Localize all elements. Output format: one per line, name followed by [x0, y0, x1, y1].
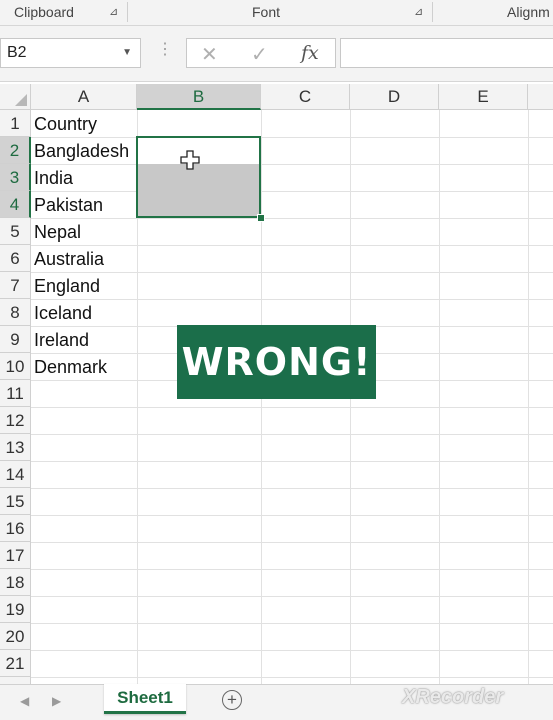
column-header-e[interactable]: E — [439, 84, 528, 110]
row-header-20[interactable]: 20 — [0, 623, 31, 650]
ribbon-group-clipboard: Clipboard — [14, 4, 74, 20]
cell-a10[interactable]: Denmark — [34, 354, 107, 381]
formula-bar: B2 ▼ ⋮ ✕ ✓ fx — [0, 26, 553, 82]
row-header-10[interactable]: 10 — [0, 353, 31, 380]
cell-a9[interactable]: Ireland — [34, 327, 89, 354]
recorder-watermark: XRecorder — [402, 686, 504, 708]
add-sheet-icon[interactable]: + — [222, 690, 242, 710]
gridline — [31, 515, 553, 516]
row-header-18[interactable]: 18 — [0, 569, 31, 596]
row-header-22-partial[interactable] — [0, 677, 31, 684]
row-header-16[interactable]: 16 — [0, 515, 31, 542]
cell-a7[interactable]: England — [34, 273, 100, 300]
gridline — [439, 110, 440, 684]
insert-function-icon[interactable]: fx — [301, 42, 319, 64]
gridline — [31, 272, 553, 273]
select-all-corner[interactable] — [0, 84, 31, 110]
gridline — [31, 542, 553, 543]
column-header-d[interactable]: D — [350, 84, 439, 110]
gridline — [31, 677, 553, 678]
ribbon-separator — [127, 2, 128, 22]
scroll-right-icon[interactable]: ▶ — [52, 694, 61, 708]
gridline — [31, 407, 553, 408]
row-header-11[interactable]: 11 — [0, 380, 31, 407]
scroll-left-icon[interactable]: ◀ — [20, 694, 29, 708]
row-header-6[interactable]: 6 — [0, 245, 31, 272]
gridline — [31, 299, 553, 300]
gridline — [31, 488, 553, 489]
row-header-13[interactable]: 13 — [0, 434, 31, 461]
row-header-12[interactable]: 12 — [0, 407, 31, 434]
ribbon-group-alignment: Alignm — [507, 4, 550, 20]
row-header-9[interactable]: 9 — [0, 326, 31, 353]
gridline — [528, 110, 529, 684]
column-header-b[interactable]: B — [137, 84, 261, 110]
cell-a5[interactable]: Nepal — [34, 219, 81, 246]
ribbon-separator — [432, 2, 433, 22]
cell-a4[interactable]: Pakistan — [34, 192, 103, 219]
select-all-triangle-icon — [15, 94, 27, 106]
enter-check-icon[interactable]: ✓ — [251, 42, 268, 67]
cell-selection-b2-b4[interactable] — [136, 136, 261, 218]
font-dialog-launcher-icon[interactable]: ⊿ — [414, 6, 423, 18]
gridline — [31, 650, 553, 651]
row-header-14[interactable]: 14 — [0, 461, 31, 488]
name-box-value: B2 — [7, 44, 27, 61]
row-header-2[interactable]: 2 — [0, 137, 31, 164]
cell-a2[interactable]: Bangladesh — [34, 138, 129, 165]
row-header-3[interactable]: 3 — [0, 164, 31, 191]
sheet-tab-sheet1[interactable]: Sheet1 — [104, 684, 186, 714]
cell-a6[interactable]: Australia — [34, 246, 104, 273]
row-header-19[interactable]: 19 — [0, 596, 31, 623]
column-header-f-partial[interactable] — [528, 84, 553, 110]
row-header-4[interactable]: 4 — [0, 191, 31, 218]
row-header-7[interactable]: 7 — [0, 272, 31, 299]
cell-a1[interactable]: Country — [34, 111, 97, 138]
more-options-icon[interactable]: ⋮ — [157, 42, 173, 58]
gridline — [31, 623, 553, 624]
gridline — [31, 245, 553, 246]
name-box[interactable]: B2 ▼ — [0, 38, 141, 68]
gridline — [31, 596, 553, 597]
gridline — [31, 218, 553, 219]
gridline — [31, 569, 553, 570]
ribbon-group-font: Font — [252, 4, 281, 20]
clipboard-dialog-launcher-icon[interactable]: ⊿ — [109, 6, 118, 18]
fill-handle[interactable] — [257, 214, 265, 222]
gridline — [31, 434, 553, 435]
row-header-8[interactable]: 8 — [0, 299, 31, 326]
formula-input[interactable] — [340, 38, 553, 68]
column-header-a[interactable]: A — [31, 84, 137, 110]
row-header-15[interactable]: 15 — [0, 488, 31, 515]
column-header-c[interactable]: C — [261, 84, 350, 110]
cell-cursor-icon — [180, 150, 200, 170]
ribbon-group-strip: Clipboard ⊿ Font ⊿ Alignm — [0, 0, 553, 26]
gridline — [31, 191, 553, 192]
row-header-5[interactable]: 5 — [0, 218, 31, 245]
gridline — [31, 461, 553, 462]
cancel-icon[interactable]: ✕ — [201, 42, 218, 67]
cell-a8[interactable]: Iceland — [34, 300, 92, 327]
cell-a3[interactable]: India — [34, 165, 73, 192]
row-header-17[interactable]: 17 — [0, 542, 31, 569]
formula-buttons: ✕ ✓ fx — [186, 38, 336, 68]
row-header-21[interactable]: 21 — [0, 650, 31, 677]
wrong-banner: WRONG! — [177, 325, 376, 399]
row-header-1[interactable]: 1 — [0, 110, 31, 137]
chevron-down-icon[interactable]: ▼ — [122, 47, 132, 58]
sheet-tabs-bar: ◀ ▶ Sheet1 + XRecorder — [0, 684, 553, 720]
